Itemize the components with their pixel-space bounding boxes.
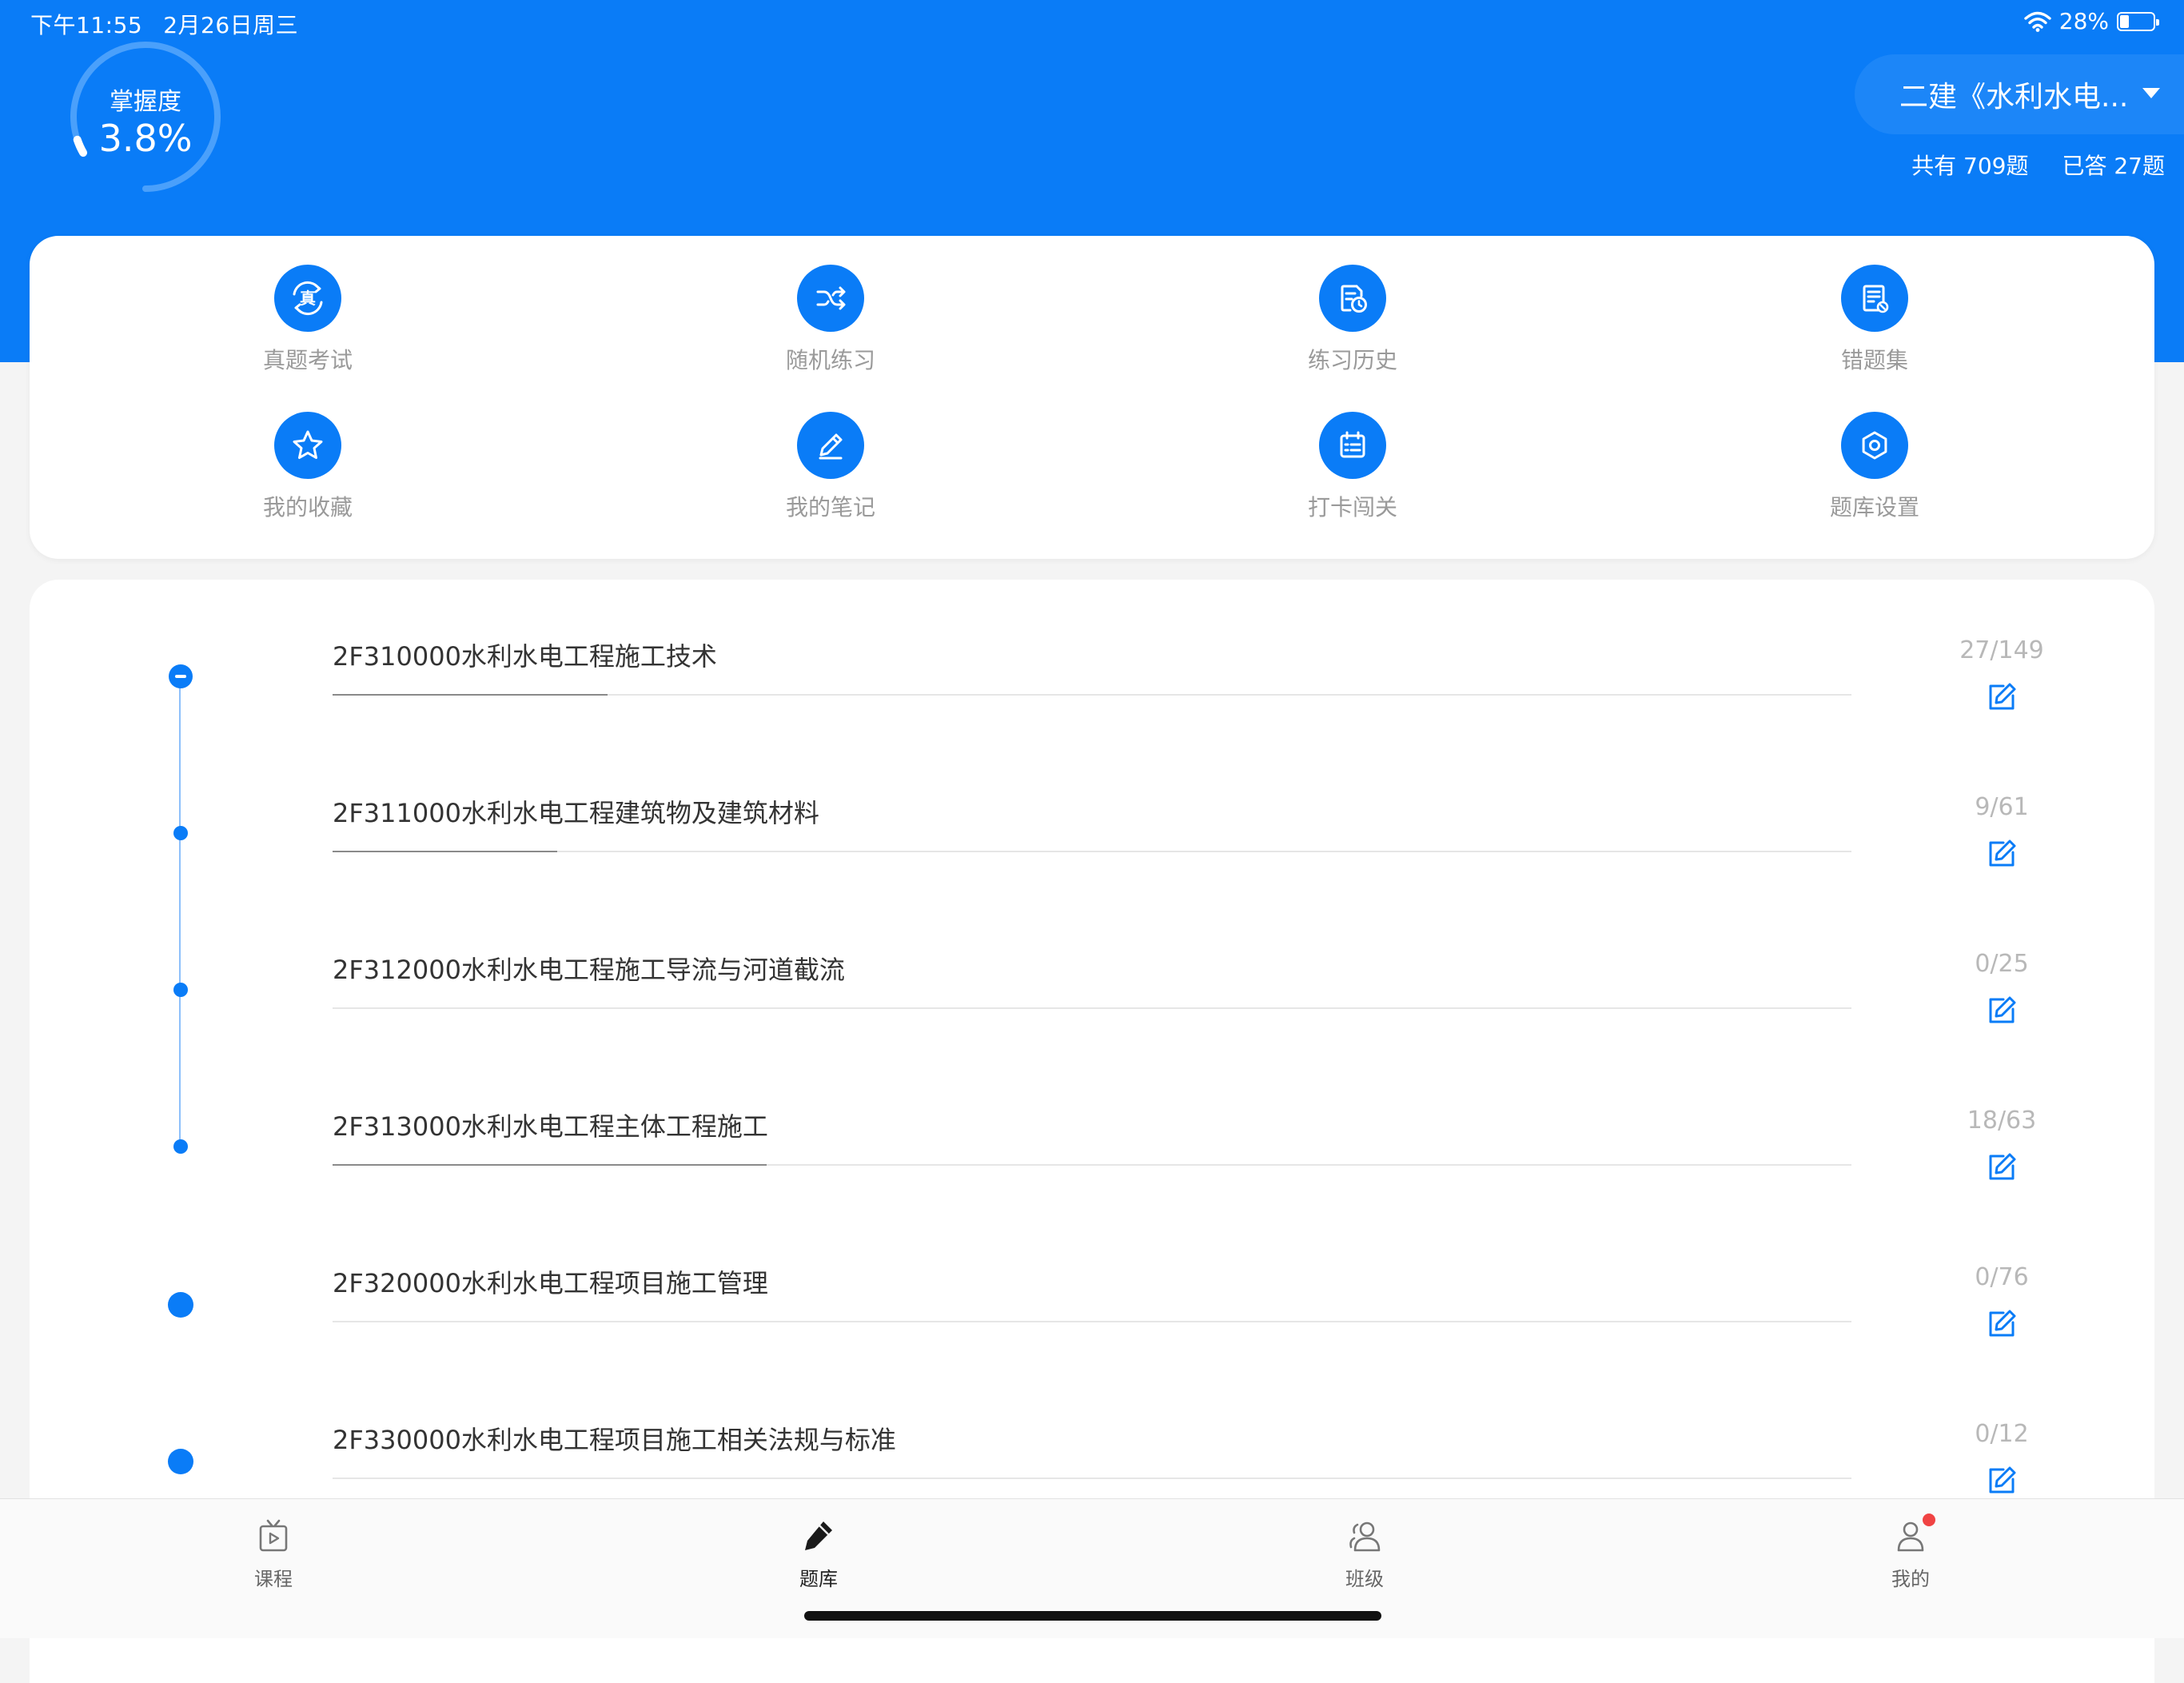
chapter-progress-bar xyxy=(333,694,608,696)
action-practice-history[interactable]: 练习历史 xyxy=(1249,265,1457,375)
action-label: 随机练习 xyxy=(785,347,875,373)
chapter-title: 2F320000水利水电工程项目施工管理 xyxy=(333,1268,768,1298)
status-time: 下午11:55 xyxy=(30,12,143,38)
mastery-gauge: 掌握度 3.8% xyxy=(66,37,225,197)
mastery-label: 掌握度 xyxy=(110,88,181,116)
battery-icon xyxy=(2117,11,2159,31)
chapter-count: 9/61 xyxy=(1975,793,2029,821)
settings-icon xyxy=(1841,412,1908,479)
chapter-item[interactable]: 2F310000水利水电工程施工技术 27/149 xyxy=(0,636,2184,793)
answered-count: 已答 27题 xyxy=(2062,153,2165,179)
status-bar-left: 下午11:55 2月26日周三 xyxy=(30,8,319,40)
subject-title: 二建《水利水电... xyxy=(1899,81,2129,114)
history-icon xyxy=(1319,265,1386,332)
tab-label: 班级 xyxy=(1345,1568,1384,1590)
chapter-count: 27/149 xyxy=(1959,636,2044,664)
chapter-progress-track xyxy=(333,851,1851,852)
action-label: 真题考试 xyxy=(262,347,353,373)
chapter-item[interactable]: 2F313000水利水电工程主体工程施工 18/63 xyxy=(0,1107,2184,1263)
chapter-title: 2F310000水利水电工程施工技术 xyxy=(333,641,717,672)
timeline-dot xyxy=(168,1449,193,1474)
chapter-count: 0/25 xyxy=(1975,950,2029,978)
timeline-dot xyxy=(173,1139,188,1154)
action-label: 我的笔记 xyxy=(785,494,875,520)
svg-text:真: 真 xyxy=(300,289,316,308)
chapter-count: 0/76 xyxy=(1975,1263,2029,1291)
edit-icon[interactable] xyxy=(1986,1151,2018,1183)
real-exam-icon: 真 xyxy=(274,265,341,332)
timeline-dot xyxy=(173,826,188,840)
tab-label: 题库 xyxy=(799,1568,838,1590)
action-check-in[interactable]: 打卡闯关 xyxy=(1249,412,1457,522)
quick-actions-card: 真 真题考试 随机练习 练习历史 错题集 我的收藏 我的笔记 打卡闯关 题库设置 xyxy=(30,236,2154,559)
battery-percent: 28% xyxy=(2058,8,2109,34)
status-date: 2月26日周三 xyxy=(163,12,299,38)
chapter-progress-bar xyxy=(333,1164,767,1166)
chapter-progress-bar xyxy=(333,851,558,852)
calendar-icon xyxy=(1319,412,1386,479)
pencil-icon xyxy=(797,412,864,479)
star-icon xyxy=(274,412,341,479)
action-favorites[interactable]: 我的收藏 xyxy=(204,412,412,522)
action-mistakes[interactable]: 错题集 xyxy=(1771,265,1979,375)
person-icon xyxy=(1891,1514,1935,1557)
chapter-progress-track xyxy=(333,1321,1851,1322)
edit-icon[interactable] xyxy=(1986,1465,2018,1497)
action-label: 我的收藏 xyxy=(262,494,353,520)
chapter-item[interactable]: 2F320000水利水电工程项目施工管理 0/76 xyxy=(0,1263,2184,1420)
edit-icon[interactable] xyxy=(1986,1308,2018,1340)
chapter-title: 2F312000水利水电工程施工导流与河道截流 xyxy=(333,955,845,985)
chapter-title: 2F330000水利水电工程项目施工相关法规与标准 xyxy=(333,1425,896,1455)
chapter-item[interactable]: 2F311000水利水电工程建筑物及建筑材料 9/61 xyxy=(0,793,2184,950)
chapter-progress-track xyxy=(333,1478,1851,1479)
action-label: 错题集 xyxy=(1840,347,1908,373)
class-icon xyxy=(1345,1517,1385,1557)
timeline-dot xyxy=(173,983,188,997)
chapter-title: 2F311000水利水电工程建筑物及建筑材料 xyxy=(333,798,819,828)
action-random-practice[interactable]: 随机练习 xyxy=(727,265,935,375)
tab-question-bank[interactable]: 题库 xyxy=(755,1517,883,1591)
tab-label: 我的 xyxy=(1891,1568,1930,1590)
chapter-progress-track xyxy=(333,694,1851,696)
action-label: 题库设置 xyxy=(1829,494,1919,520)
tv-icon xyxy=(253,1517,293,1557)
notification-badge xyxy=(1923,1514,1935,1526)
chapter-title: 2F313000水利水电工程主体工程施工 xyxy=(333,1111,768,1142)
collapse-icon[interactable] xyxy=(169,664,193,688)
mastery-value: 3.8% xyxy=(98,117,193,160)
chapter-count: 0/12 xyxy=(1975,1420,2029,1448)
edit-icon[interactable] xyxy=(1986,681,2018,713)
tab-class[interactable]: 班级 xyxy=(1301,1517,1429,1591)
chevron-down-icon xyxy=(2142,88,2160,98)
action-real-exam[interactable]: 真 真题考试 xyxy=(204,265,412,375)
edit-icon[interactable] xyxy=(1986,995,2018,1027)
home-indicator xyxy=(804,1611,1381,1621)
action-bank-settings[interactable]: 题库设置 xyxy=(1771,412,1979,522)
timeline-dot xyxy=(168,1292,193,1318)
wifi-icon xyxy=(2024,11,2051,32)
mistakes-icon xyxy=(1841,265,1908,332)
edit-icon[interactable] xyxy=(1986,838,2018,870)
action-label: 打卡闯关 xyxy=(1307,494,1397,520)
tab-mine[interactable]: 我的 xyxy=(1847,1514,1975,1591)
tab-label: 课程 xyxy=(254,1568,293,1590)
status-bar-right: 28% xyxy=(2024,8,2159,34)
chapter-progress-track xyxy=(333,1164,1851,1166)
action-label: 练习历史 xyxy=(1307,347,1397,373)
total-count: 共有 709题 xyxy=(1911,153,2029,179)
question-counts: 共有 709题 已答 27题 xyxy=(1878,149,2165,181)
chapter-progress-track xyxy=(333,1007,1851,1009)
action-notes[interactable]: 我的笔记 xyxy=(727,412,935,522)
pencil-tab-icon xyxy=(799,1517,839,1557)
chapter-item[interactable]: 2F312000水利水电工程施工导流与河道截流 0/25 xyxy=(0,950,2184,1107)
tab-courses[interactable]: 课程 xyxy=(209,1517,337,1591)
shuffle-icon xyxy=(797,265,864,332)
subject-dropdown[interactable]: 二建《水利水电... xyxy=(1855,54,2184,134)
chapter-count: 18/63 xyxy=(1967,1107,2037,1135)
